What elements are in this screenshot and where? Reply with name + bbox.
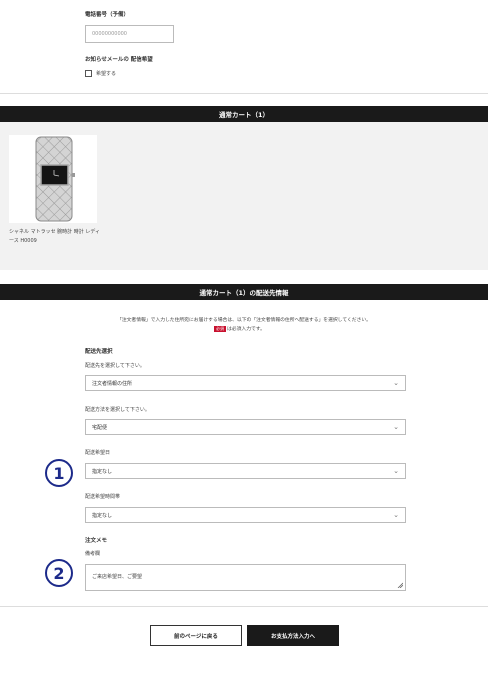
time-select[interactable]: 指定なし ⌄: [85, 507, 406, 523]
chevron-down-icon: ⌄: [393, 467, 399, 475]
chevron-down-icon: ⌄: [393, 423, 399, 431]
delivery-section-label: 配送先選択: [85, 349, 113, 355]
time-value: 指定なし: [92, 512, 113, 519]
required-note: 必須 は必須入力です。: [214, 325, 265, 332]
product-name[interactable]: シャネル マトラッセ 腕時計 時計 レディース H0009: [9, 228, 101, 246]
date-value: 指定なし: [92, 468, 113, 475]
delivery-header: 通常カート（1）の配送先情報: [0, 284, 488, 300]
delivery-notice: 「注文者情報」で入力した住所宛にお届けする場合は、以下の「注文者情報の住所へ配送…: [117, 318, 371, 323]
phone-placeholder: 00000000000: [92, 31, 127, 37]
phone-label: 電話番号（予備）: [85, 12, 130, 18]
marker-2: 2: [45, 559, 73, 587]
time-label: 配送希望時間帯: [85, 494, 121, 500]
date-select[interactable]: 指定なし ⌄: [85, 463, 406, 479]
memo-sub-label: 備考欄: [85, 551, 101, 557]
chevron-down-icon: ⌄: [393, 511, 399, 519]
watch-image: [35, 136, 75, 222]
divider: [0, 93, 488, 94]
memo-value: ご来店希望日、ご要望: [92, 574, 143, 580]
divider: [0, 606, 488, 607]
method-label: 配送方法を選択して下さい。: [85, 407, 150, 413]
newsletter-checkbox-label[interactable]: 希望する: [96, 70, 116, 77]
required-note-text: は必須入力です。: [227, 327, 265, 332]
date-label: 配送希望日: [85, 450, 111, 456]
memo-label: 注文メモ: [85, 538, 108, 544]
method-value: 宅配便: [92, 424, 108, 431]
destination-label: 配送先を選択して下さい。: [85, 363, 145, 369]
destination-value: 注文者情報の住所: [92, 380, 133, 387]
marker-1: 1: [45, 459, 73, 487]
product-image[interactable]: [9, 135, 97, 223]
next-button[interactable]: お支払方法入力へ: [247, 625, 339, 646]
resize-handle-icon[interactable]: [397, 582, 403, 588]
back-button[interactable]: 前のページに戻る: [150, 625, 242, 646]
required-badge: 必須: [214, 325, 226, 332]
chevron-down-icon: ⌄: [393, 379, 399, 387]
destination-select[interactable]: 注文者情報の住所 ⌄: [85, 375, 406, 391]
phone-input[interactable]: 00000000000: [85, 25, 174, 43]
newsletter-checkbox[interactable]: [85, 70, 92, 77]
cart-header: 通常カート（1）: [0, 106, 488, 122]
newsletter-label: お知らせメールの 配信希望: [85, 57, 153, 63]
memo-textarea[interactable]: ご来店希望日、ご要望: [85, 564, 406, 591]
method-select[interactable]: 宅配便 ⌄: [85, 419, 406, 435]
